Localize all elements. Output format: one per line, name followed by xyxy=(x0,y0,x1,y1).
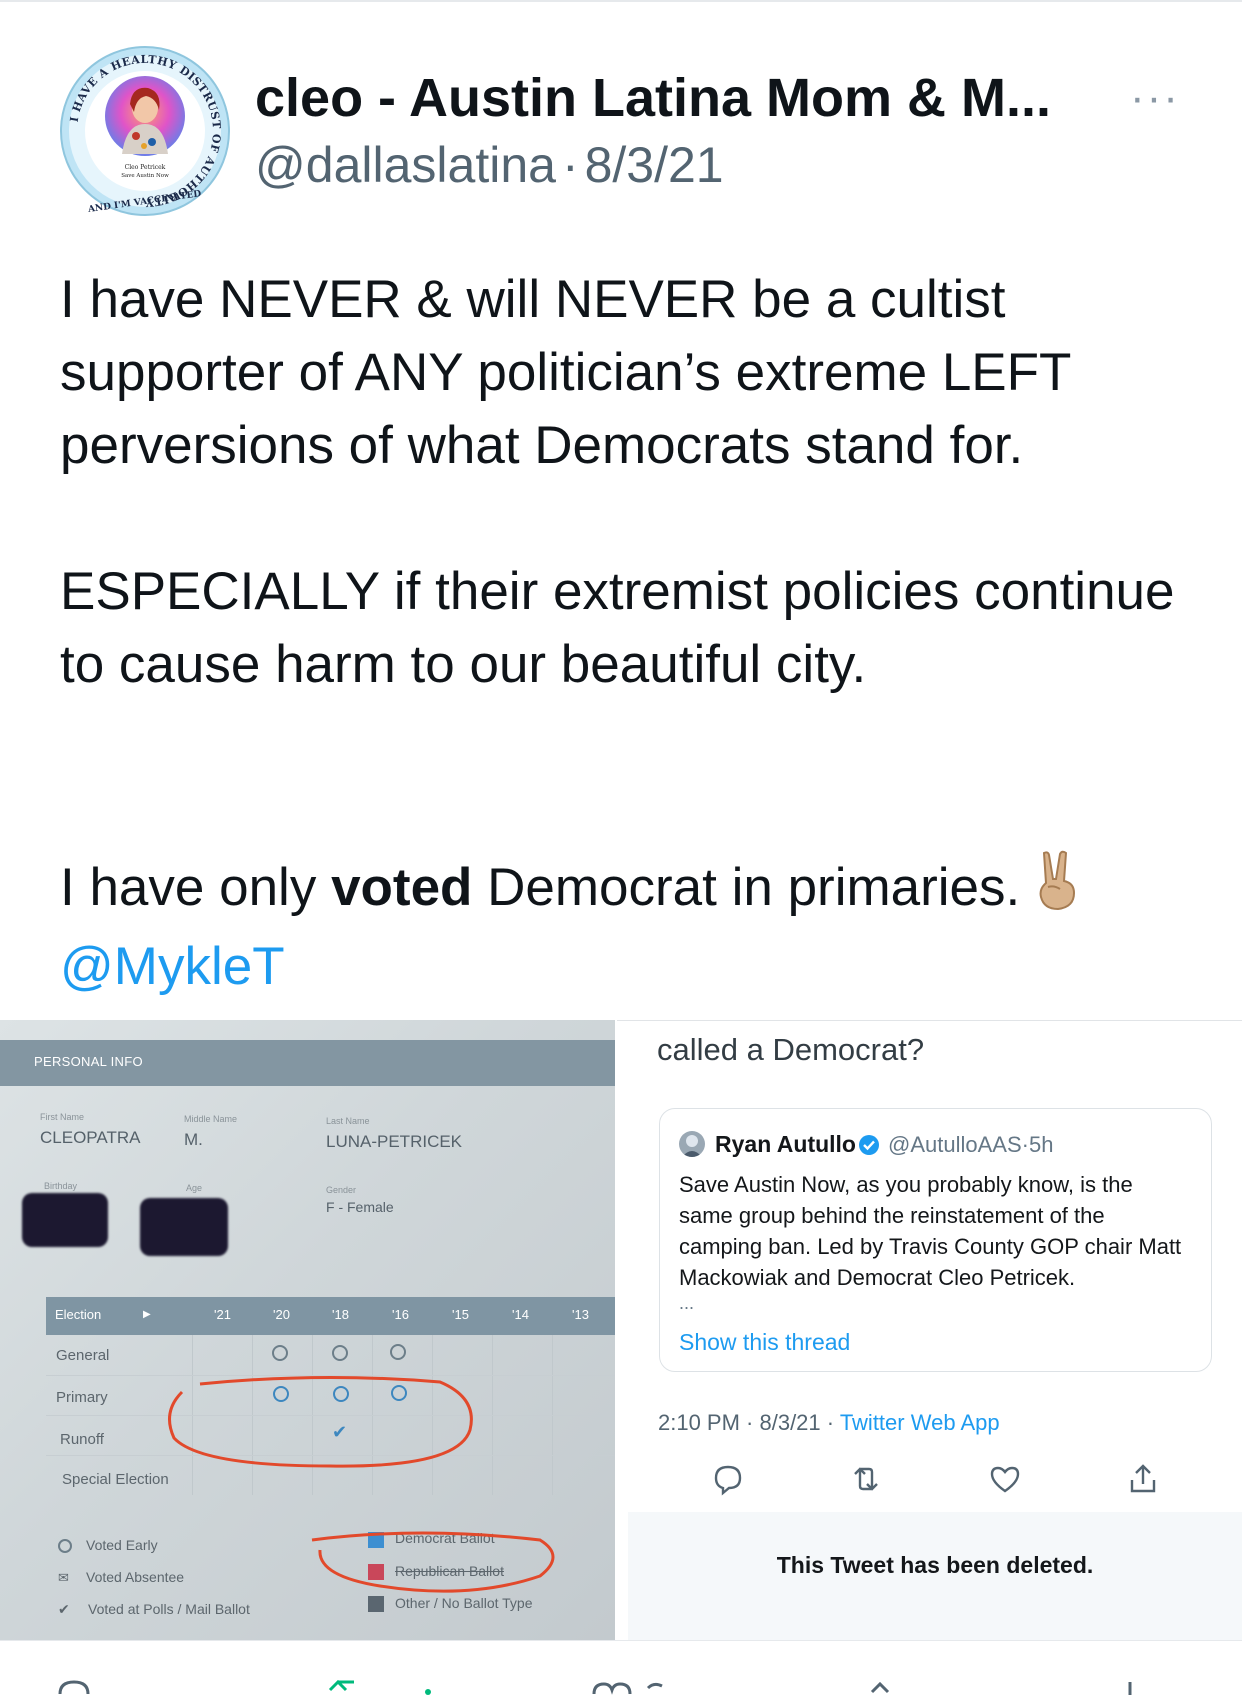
paragraph-3-start: I have only xyxy=(60,858,332,917)
paragraph-3-bold: voted xyxy=(331,858,473,917)
author-name[interactable]: cleo - Austin Latina Mom & M... xyxy=(255,66,1095,130)
quoted-author-avatar[interactable] xyxy=(679,1131,705,1157)
quoted-author-name[interactable]: Ryan Autullo xyxy=(715,1131,856,1158)
top-divider xyxy=(0,0,1242,2)
share-icon[interactable] xyxy=(860,1676,900,1695)
victory-hand-icon xyxy=(1034,849,1078,930)
reply-icon[interactable] xyxy=(54,1676,94,1695)
reply-icon[interactable] xyxy=(711,1462,745,1496)
twitter-web-app-link[interactable]: Twitter Web App xyxy=(840,1410,1000,1435)
like-icon[interactable] xyxy=(590,1676,700,1695)
red-annotation-circles xyxy=(168,1375,555,1593)
author-handle-line: @dallaslatina · 8/3/21 xyxy=(255,135,724,195)
author-avatar[interactable]: Cleo Petricek Save Austin Now I HAVE A H… xyxy=(60,46,230,216)
verified-badge-icon xyxy=(858,1134,880,1156)
more-options-icon[interactable]: ··· xyxy=(1130,76,1180,120)
show-thread-link[interactable]: Show this thread xyxy=(679,1329,850,1356)
retweet-icon[interactable] xyxy=(849,1462,883,1496)
tweet-paragraph-3: I have only voted Democrat in primaries.… xyxy=(60,849,1190,1003)
avatar-caption-line2: Save Austin Now xyxy=(121,173,169,179)
handle-separator: · xyxy=(561,137,579,193)
avatar-caption-line1: Cleo Petricek xyxy=(125,164,166,171)
quoted-time: 5h xyxy=(1028,1132,1054,1157)
analytics-icon[interactable] xyxy=(1120,1676,1140,1695)
quoted-ellipsis: ... xyxy=(679,1293,695,1313)
quoted-tweet-text: Save Austin Now, as you probably know, i… xyxy=(679,1172,1182,1290)
deleted-tweet-notice: This Tweet has been deleted. xyxy=(776,1552,1094,1578)
avatar-badge-image: Cleo Petricek Save Austin Now I HAVE A H… xyxy=(60,46,230,216)
tweet-date[interactable]: 8/3/21 xyxy=(585,137,724,193)
mention-link[interactable]: @MykleT xyxy=(60,937,285,996)
quoted-separator: · xyxy=(1021,1132,1029,1157)
retweet-icon[interactable] xyxy=(324,1676,434,1695)
media-bottom-divider xyxy=(0,1640,1242,1641)
quoted-author-handle-line: @AutulloAAS·5h xyxy=(888,1132,1053,1158)
tweet-paragraph-1: I have NEVER & will NEVER be a cultist s… xyxy=(60,270,1071,475)
screenshot-tweet-time: 2:10 PM · 8/3/21 · xyxy=(658,1410,840,1435)
share-icon[interactable] xyxy=(1126,1462,1160,1496)
prior-tweet-text-fragment: called a Democrat? xyxy=(657,1032,925,1067)
like-icon[interactable] xyxy=(988,1462,1022,1496)
author-handle[interactable]: @dallaslatina xyxy=(255,137,556,193)
tweet-paragraph-2: ESPECIALLY if their extremist policies c… xyxy=(60,562,1175,694)
paragraph-3-end: Democrat in primaries. xyxy=(472,858,1021,917)
screenshot-tweet-meta: 2:10 PM · 8/3/21 · Twitter Web App xyxy=(658,1410,1000,1436)
quoted-author-handle[interactable]: @AutulloAAS xyxy=(888,1132,1022,1157)
